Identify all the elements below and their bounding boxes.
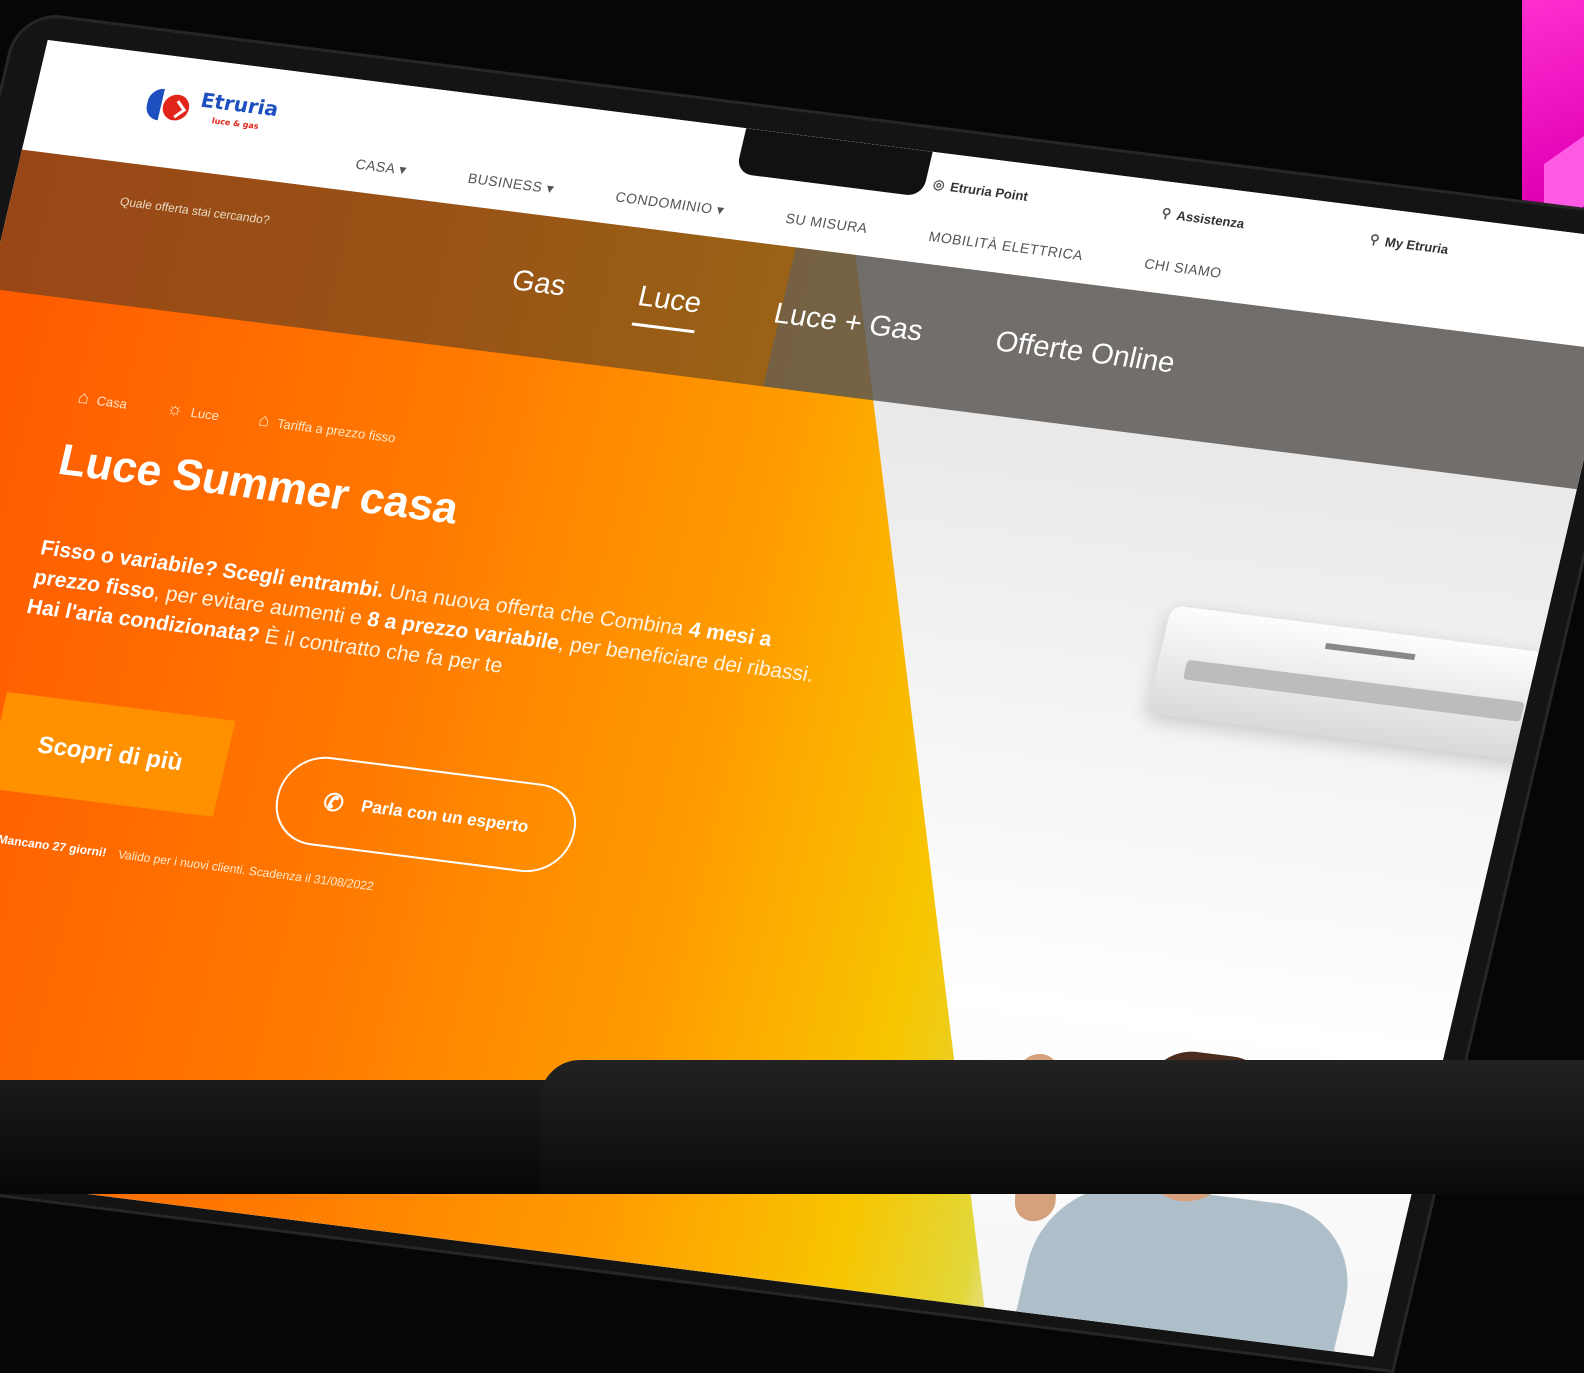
globe-icon: ◎: [931, 176, 947, 193]
person-icon: ⚲: [1159, 205, 1173, 221]
tag-icon: ⌂: [256, 409, 273, 431]
tab-offerte-online[interactable]: Offerte Online: [989, 325, 1178, 393]
offer-question: Quale offerta stai cercando?: [118, 194, 272, 228]
nav-item-casa[interactable]: CASA ▾: [354, 156, 409, 179]
tab-luce-gas[interactable]: Luce + Gas: [768, 298, 926, 362]
laptop-base-edge: [540, 1060, 1584, 1194]
nav-item-business[interactable]: BUSINESS ▾: [466, 170, 556, 198]
phone-icon: ✆: [320, 788, 347, 818]
user-icon: ⚲: [1368, 231, 1382, 248]
nav-item-mobilita[interactable]: MOBILITÀ ELETTRICA: [927, 228, 1085, 264]
brand-logo[interactable]: Etruria luce & gas: [143, 83, 281, 138]
tab-gas[interactable]: Gas: [506, 264, 569, 316]
nav-item-chi-siamo[interactable]: CHI SIAMO: [1143, 255, 1224, 281]
tab-luce[interactable]: Luce: [631, 280, 705, 334]
logo-icon: [143, 85, 195, 126]
nav-item-su-misura[interactable]: SU MISURA: [784, 210, 869, 237]
nav-item-condominio[interactable]: CONDOMINIO ▾: [614, 189, 726, 219]
my-account-link[interactable]: ⚲ My Etruria: [1368, 231, 1450, 257]
etruria-point-link[interactable]: ◎ Etruria Point: [931, 176, 1030, 204]
assistenza-link[interactable]: ⚲ Assistenza: [1160, 205, 1246, 231]
logo-wordmark: Etruria luce & gas: [198, 87, 281, 131]
lightbulb-icon: ☼: [164, 398, 186, 420]
